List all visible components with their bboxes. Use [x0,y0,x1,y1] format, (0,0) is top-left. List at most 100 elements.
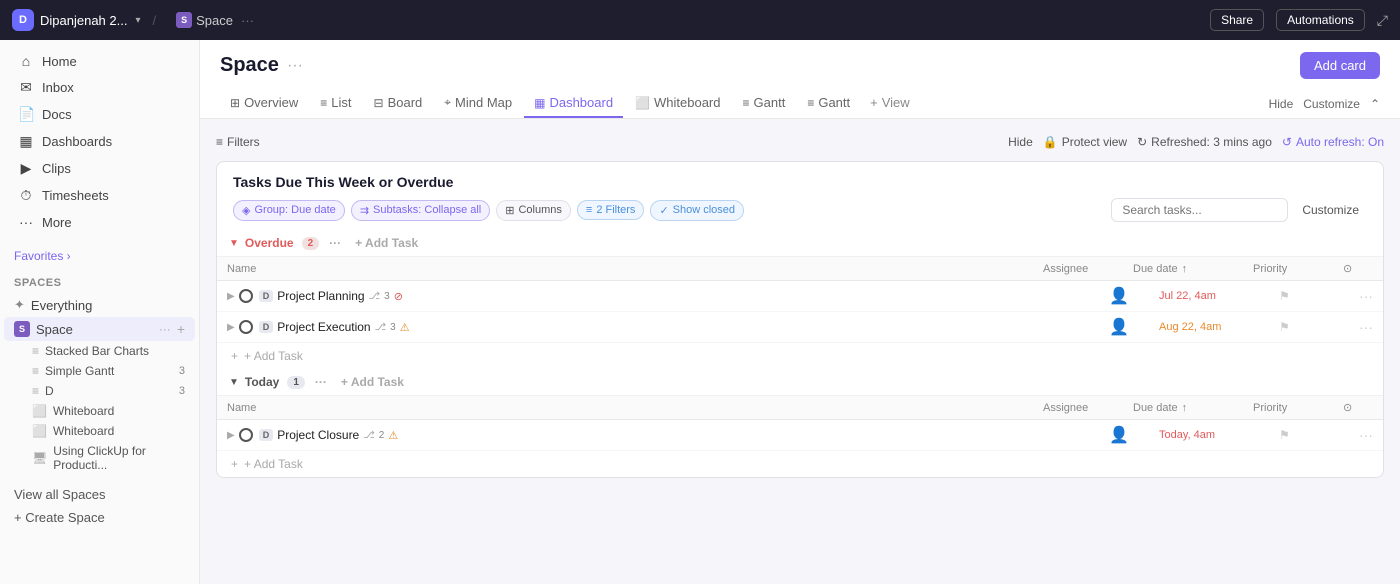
task-warning-icon: ⚠ [388,429,398,442]
task-assignee[interactable]: 👤 [1079,317,1159,337]
tab-add-view[interactable]: + View [862,89,918,118]
favorites-section[interactable]: Favorites › [0,243,199,269]
sidebar-item-more[interactable]: ··· More [4,209,195,235]
group-due-date-chip[interactable]: ◈ Group: Due date [233,200,345,221]
sidebar-item-docs[interactable]: 📄 Docs [4,101,195,128]
task-d-badge: D [259,290,274,302]
home-icon: ⌂ [18,53,34,69]
gantt1-tab-icon: ≡ [743,96,750,110]
add-card-button[interactable]: Add card [1300,52,1380,79]
subtasks-chip[interactable]: ⇉ Subtasks: Collapse all [351,200,490,221]
space-more-icon[interactable]: ··· [241,13,254,28]
task-more-btn[interactable]: ··· [1359,288,1373,304]
overview-tab-icon: ⊞ [230,96,240,110]
protect-view-btn[interactable]: 🔒 Protect view [1043,135,1127,149]
sidebar-item-everything[interactable]: ✦ Everything [0,293,199,317]
tab-gantt2[interactable]: ≡ Gantt [797,89,860,118]
task-expand-icon[interactable]: ▶ [227,430,235,441]
sidebar-item-using-clickup[interactable]: 🖥 Using ClickUp for Producti... [0,441,199,475]
sidebar-item-dashboards[interactable]: ▦ Dashboards [4,128,195,155]
add-task-overdue-row[interactable]: + + Add Task [217,343,1383,369]
overdue-label: Overdue [245,236,294,250]
col-priority: Priority [1253,263,1343,275]
tab-overview[interactable]: ⊞ Overview [220,89,308,118]
tab-dashboard[interactable]: ▦ Dashboard [524,89,623,118]
sidebar-item-space[interactable]: S Space ··· + [4,317,195,341]
tab-mindmap[interactable]: ⌖ Mind Map [434,89,522,118]
sidebar-item-timesheets[interactable]: ⏱ Timesheets [4,182,195,209]
task-due-date: Aug 22, 4am [1159,321,1279,333]
card-title: Tasks Due This Week or Overdue [233,174,1367,190]
inbox-icon: ✉ [18,79,34,96]
tab-whiteboard[interactable]: ⬜ Whiteboard [625,89,730,118]
task-more-btn[interactable]: ··· [1359,427,1373,443]
space-icon: S [14,321,30,337]
today-more-icon[interactable]: ··· [315,375,327,389]
tab-board[interactable]: ⊟ Board [364,89,433,118]
simple-gantt-count: 3 [179,365,185,377]
tab-list[interactable]: ≡ List [310,89,361,118]
task-more-btn[interactable]: ··· [1359,319,1373,335]
show-closed-label: Show closed [673,204,735,216]
automations-button[interactable]: Automations [1276,9,1365,31]
sidebar-item-whiteboard1[interactable]: ⬜ Whiteboard [0,401,199,421]
sidebar-item-whiteboard2[interactable]: ⬜ Whiteboard [0,421,199,441]
sidebar-item-inbox[interactable]: ✉ Inbox [4,74,195,101]
search-tasks-input[interactable] [1111,198,1288,222]
filters-button[interactable]: ≡ Filters [216,135,260,149]
subtask-icon: ⎇ [369,291,381,302]
overdue-expand-icon[interactable]: ▼ [229,238,239,249]
task-assignee[interactable]: 👤 [1079,425,1159,445]
sidebar-item-clips[interactable]: ▶ Clips [4,155,195,182]
columns-icon: ⊞ [505,204,514,217]
today-label: Today [245,375,279,389]
add-task-today-row[interactable]: + + Add Task [217,451,1383,477]
collapse-icon[interactable]: ⌃ [1370,97,1380,111]
space-add-btn[interactable]: + [177,321,185,337]
add-task-today-btn[interactable]: + Add Task [341,375,404,389]
hide-btn[interactable]: Hide [1008,135,1033,149]
topbar-left: D Dipanjenah 2... ▾ / S Space ··· [12,9,254,31]
page-title-more[interactable]: ··· [287,57,303,75]
assignee-icon: 👤 [1109,286,1129,306]
add-task-overdue-btn[interactable]: + Add Task [355,236,418,250]
share-button[interactable]: Share [1210,9,1264,31]
task-status-circle[interactable] [239,320,253,334]
sort-icon[interactable]: ↑ [1182,263,1188,275]
today-expand-icon[interactable]: ▼ [229,377,239,388]
tab-gantt1[interactable]: ≡ Gantt [733,89,796,118]
space-breadcrumb[interactable]: S Space ··· [176,12,254,28]
sidebar-item-stacked-bar-charts[interactable]: ≡ Stacked Bar Charts [0,341,199,361]
col-assignee: Assignee [1043,263,1133,275]
auto-refresh-btn[interactable]: ↺ Auto refresh: On [1282,135,1384,149]
task-name[interactable]: Project Planning [277,289,364,303]
filters-chip-icon: ≡ [586,204,592,216]
sort-icon-today[interactable]: ↑ [1182,402,1188,414]
customize-button[interactable]: Customize [1294,200,1367,220]
refreshed-label: ↻ Refreshed: 3 mins ago [1137,135,1272,149]
task-name[interactable]: Project Closure [277,428,359,442]
task-expand-icon[interactable]: ▶ [227,291,235,302]
task-name[interactable]: Project Execution [277,320,370,334]
view-all-spaces-btn[interactable]: View all Spaces [14,483,185,506]
workspace-selector[interactable]: D Dipanjenah 2... ▾ [12,9,140,31]
overdue-more-icon[interactable]: ··· [329,236,341,250]
sidebar-item-home[interactable]: ⌂ Home [4,48,195,74]
filters-chip[interactable]: ≡ 2 Filters [577,200,645,220]
group-icon: ◈ [242,204,250,217]
create-space-btn[interactable]: + Create Space [14,506,185,529]
sidebar-item-d[interactable]: ≡ D 3 [0,381,199,401]
task-assignee[interactable]: 👤 [1079,286,1159,306]
task-expand-icon[interactable]: ▶ [227,322,235,333]
topbar-expand-icon[interactable]: ⤢ [1377,12,1388,29]
columns-chip[interactable]: ⊞ Columns [496,200,571,221]
hide-button[interactable]: Hide [1269,97,1294,111]
today-group-header: ▼ Today 1 ··· + Add Task [217,369,1383,396]
task-status-circle[interactable] [239,289,253,303]
task-status-circle[interactable] [239,428,253,442]
sidebar-nav: ⌂ Home ✉ Inbox 📄 Docs ▦ Dashboards ▶ Cli… [0,40,199,243]
sidebar-item-simple-gantt[interactable]: ≡ Simple Gantt 3 [0,361,199,381]
customize-button[interactable]: Customize [1303,97,1360,111]
show-closed-chip[interactable]: ✓ Show closed [650,200,744,221]
space-more-btn[interactable]: ··· [159,322,171,336]
